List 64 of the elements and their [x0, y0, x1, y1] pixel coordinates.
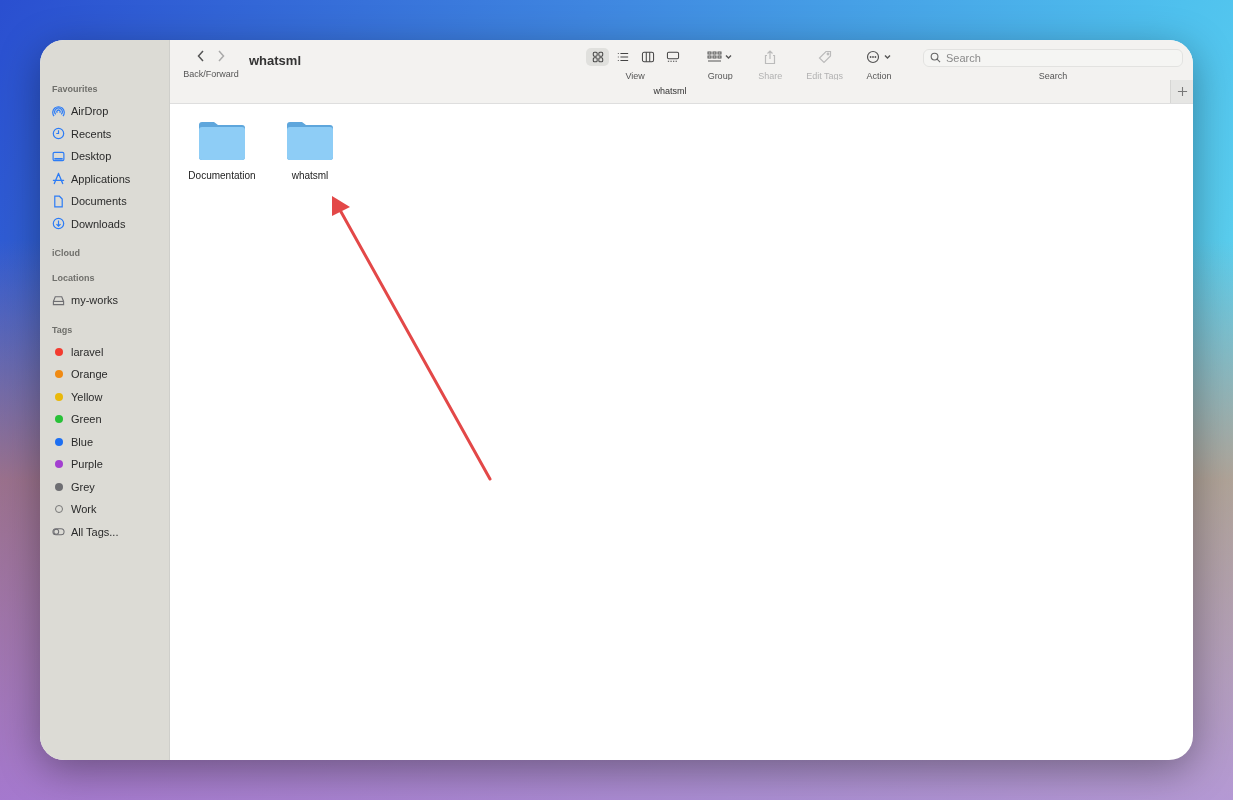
columns-icon [640, 51, 655, 63]
toolbar-button[interactable]: Group [706, 48, 735, 81]
sidebar-item-label: Grey [71, 480, 95, 493]
sidebar-item-label: Green [71, 413, 102, 426]
sidebar-item-label: Blue [71, 435, 94, 448]
sidebar-item-label: All Tags... [71, 525, 119, 538]
sidebar-item[interactable]: Orange [52, 363, 169, 386]
search-field[interactable]: Search [923, 49, 1183, 67]
sidebar-item[interactable]: Green [52, 408, 169, 431]
sidebar-item[interactable]: Desktop [52, 145, 169, 168]
sidebar-item[interactable]: Documents [52, 190, 169, 213]
sidebar-item-label: laravel [71, 345, 104, 358]
sidebar-item[interactable]: my-works [52, 289, 169, 312]
sidebar-section-title: Locations [52, 273, 96, 285]
sidebar-item[interactable]: AirDrop [52, 100, 169, 123]
sidebar-item[interactable]: Yellow [52, 385, 169, 408]
download-icon [52, 217, 65, 231]
drive-icon [52, 293, 65, 307]
plus-icon [1176, 86, 1188, 97]
window-title: whatsml [249, 53, 301, 68]
folder-name[interactable]: Documentation [188, 170, 256, 181]
back-chevron-icon[interactable] [196, 49, 206, 63]
list-icon [615, 51, 630, 63]
sidebar-section-title: Tags [52, 324, 74, 337]
sidebar-item-label: AirDrop [71, 105, 109, 118]
sidebar-section-title: Favourites [52, 84, 99, 96]
grid-icon [590, 51, 605, 63]
sidebar-item[interactable]: Work [52, 498, 169, 521]
toolbar-label: Back/Forward [183, 69, 239, 79]
sidebar-item-label: Documents [71, 195, 127, 208]
sidebar-item[interactable]: Purple [52, 453, 169, 476]
sidebar-item-label: Recents [71, 127, 112, 140]
applications-icon [52, 172, 65, 186]
document-icon [52, 194, 65, 208]
search-icon [930, 51, 941, 63]
sidebar-item[interactable]: Grey [52, 475, 169, 498]
desktop-icon [52, 149, 65, 163]
clock-icon [52, 127, 65, 141]
sidebar-section-title: iCloud [52, 248, 81, 260]
new-tab-button[interactable] [1170, 80, 1193, 103]
ellipsis-circle-icon [865, 48, 893, 66]
toolbar-button[interactable]: Action [865, 48, 893, 81]
sidebar-item[interactable]: Downloads [52, 212, 169, 235]
folder-name[interactable]: whatsml [291, 170, 329, 181]
folder-icon[interactable] [198, 119, 246, 161]
sidebar-item[interactable]: Blue [52, 430, 169, 453]
gallery-icon [665, 51, 680, 63]
sidebar-item-label: Applications [71, 172, 131, 185]
toolbar-label: Search [1038, 71, 1068, 81]
sidebar-item-label: Work [71, 503, 97, 516]
sidebar-item[interactable]: laravel [52, 340, 169, 363]
sidebar-item-label: Purple [71, 458, 103, 471]
sidebar-item[interactable]: Applications [52, 167, 169, 190]
airdrop-icon [52, 104, 65, 118]
sidebar-item-label: Desktop [71, 150, 112, 163]
folder-icon[interactable] [286, 119, 334, 161]
sidebar-item-label: Orange [71, 368, 108, 381]
sidebar-item[interactable]: All Tags... [52, 520, 169, 543]
sidebar-item-label: Downloads [71, 217, 126, 230]
sidebar-item-label: Yellow [71, 390, 103, 403]
sidebar-item[interactable]: Recents [52, 122, 169, 145]
toolbar-label: View [625, 71, 645, 81]
view-mode-button[interactable] [586, 48, 610, 66]
sidebar-item-label: my-works [71, 294, 119, 307]
